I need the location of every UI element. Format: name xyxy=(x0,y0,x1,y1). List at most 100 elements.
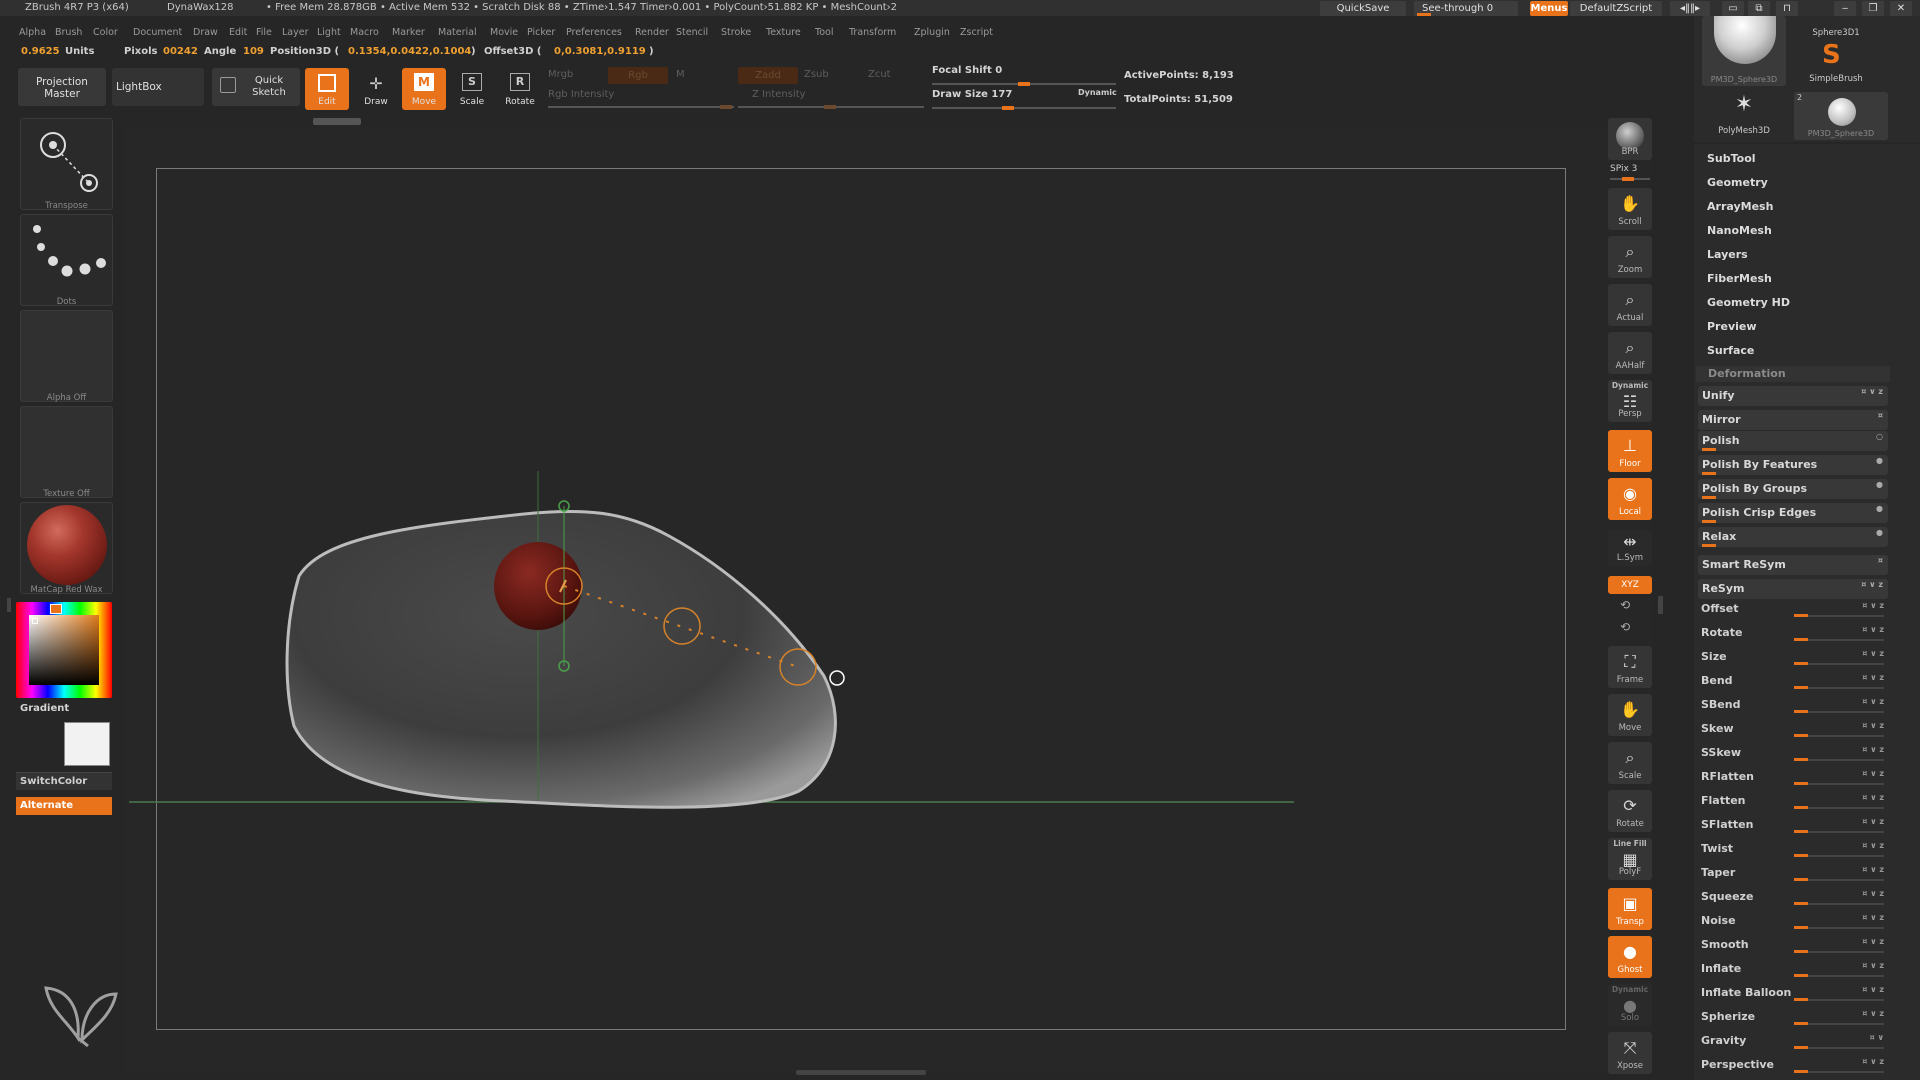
def-noise-slider[interactable]: Noise ¤ ∨ z xyxy=(1696,911,1890,933)
def-inflate-slider[interactable]: Inflate ¤ ∨ z xyxy=(1696,959,1890,981)
rotate-y-icon[interactable]: ⟲ xyxy=(1620,598,1630,612)
rgb-toggle[interactable]: Rgb xyxy=(608,67,668,84)
def-smooth-slider[interactable]: Smooth ¤ ∨ z xyxy=(1696,935,1890,957)
def-skew-slider[interactable]: Skew ¤ ∨ z xyxy=(1696,719,1890,741)
material-tile[interactable]: MatCap Red Wax xyxy=(20,502,113,595)
move-button[interactable]: M Move xyxy=(402,68,446,110)
texture-tile[interactable]: Texture Off xyxy=(20,406,113,499)
rotate-z-icon[interactable]: ⟲ xyxy=(1620,620,1630,634)
ghost-button[interactable]: ● Ghost xyxy=(1608,936,1652,978)
solo-button[interactable]: Dynamic ● Solo xyxy=(1608,984,1652,1026)
close-icon[interactable]: ✕ xyxy=(1890,1,1912,16)
def-polish-by-groups[interactable]: Polish By Groups ● xyxy=(1698,479,1888,499)
def-polish-by-features[interactable]: Polish By Features ● xyxy=(1698,455,1888,475)
menu-file[interactable]: File xyxy=(256,24,272,42)
m-toggle[interactable]: M xyxy=(676,69,685,80)
left-tray-arrow[interactable] xyxy=(7,598,11,612)
local-button[interactable]: ◉ Local xyxy=(1608,478,1652,520)
def-offset-slider[interactable]: Offset ¤ ∨ z xyxy=(1696,599,1890,621)
bottom-tray-handle[interactable] xyxy=(796,1070,926,1075)
quicksave-button[interactable]: QuickSave xyxy=(1320,1,1406,16)
color-picker[interactable] xyxy=(16,602,112,698)
secondary-color-swatch[interactable] xyxy=(64,722,110,766)
switchcolor-button[interactable]: SwitchColor xyxy=(16,772,112,790)
def-size-slider[interactable]: Size ¤ ∨ z xyxy=(1696,647,1890,669)
zoom-button[interactable]: ⌕ Zoom xyxy=(1608,236,1652,278)
gradient-label[interactable]: Gradient xyxy=(20,703,69,714)
menu-arraymesh[interactable]: ArrayMesh xyxy=(1707,200,1773,213)
def-spherize-slider[interactable]: Spherize ¤ ∨ z xyxy=(1696,1007,1890,1029)
menu-draw[interactable]: Draw xyxy=(193,24,218,42)
menu-light[interactable]: Light xyxy=(317,24,341,42)
move-view-button[interactable]: ✋ Move xyxy=(1608,694,1652,736)
def-sbend-slider[interactable]: SBend ¤ ∨ z xyxy=(1696,695,1890,717)
def-inflate-balloon-slider[interactable]: Inflate Balloon ¤ ∨ z xyxy=(1696,983,1890,1005)
menu-brush[interactable]: Brush xyxy=(55,24,82,42)
def-mirror[interactable]: Mirror ¤ xyxy=(1698,410,1888,430)
z-intensity-slider[interactable] xyxy=(738,105,924,109)
def-polish[interactable]: Polish ○ xyxy=(1698,431,1888,451)
layout-arrows-icon[interactable]: ◂‖‖▸ xyxy=(1670,1,1710,16)
edit-button[interactable]: Edit xyxy=(305,68,349,110)
def-perspective-slider[interactable]: Perspective ¤ ∨ z xyxy=(1696,1055,1890,1077)
transpose-brush-tile[interactable]: Transpose xyxy=(20,118,113,211)
menu-layers[interactable]: Layers xyxy=(1707,248,1748,261)
menu-subtool[interactable]: SubTool xyxy=(1707,152,1756,165)
rgb-intensity-slider[interactable] xyxy=(548,105,734,109)
def-sskew-slider[interactable]: SSkew ¤ ∨ z xyxy=(1696,743,1890,765)
menu-preferences[interactable]: Preferences xyxy=(566,24,622,42)
layout2-icon[interactable]: ⧉ xyxy=(1748,1,1770,16)
layout-icon[interactable]: ▭ xyxy=(1722,1,1744,16)
lsym-button[interactable]: ⇹ L.Sym xyxy=(1608,530,1652,566)
menu-color[interactable]: Color xyxy=(93,24,118,42)
rotate-view-button[interactable]: ⟳ Rotate xyxy=(1608,790,1652,832)
menu-movie[interactable]: Movie xyxy=(490,24,518,42)
zcut-toggle[interactable]: Zcut xyxy=(868,69,891,80)
xyz-button[interactable]: XYZ xyxy=(1608,576,1652,594)
aahalf-button[interactable]: ⌕ AAHalf xyxy=(1608,332,1652,374)
projection-master-button[interactable]: Projection Master xyxy=(18,68,106,106)
menu-picker[interactable]: Picker xyxy=(527,24,555,42)
def-smart-resym[interactable]: Smart ReSym ¤ xyxy=(1698,555,1888,575)
mrgb-toggle[interactable]: Mrgb xyxy=(548,69,573,80)
def-resym[interactable]: ReSym ¤ ∨ z xyxy=(1698,579,1888,599)
menus-toggle[interactable]: Menus xyxy=(1530,1,1568,16)
menu-stencil[interactable]: Stencil xyxy=(676,24,708,42)
def-flatten-slider[interactable]: Flatten ¤ ∨ z xyxy=(1696,791,1890,813)
def-unify[interactable]: Unify ¤ ∨ z xyxy=(1698,386,1888,406)
maximize-icon[interactable]: ❐ xyxy=(1862,1,1884,16)
tool-thumb-simplebrush[interactable]: Sphere3D1 S SimpleBrush xyxy=(1794,16,1878,86)
alpha-tile[interactable]: Alpha Off xyxy=(20,310,113,403)
zadd-toggle[interactable]: Zadd xyxy=(738,67,798,84)
def-rotate-slider[interactable]: Rotate ¤ ∨ z xyxy=(1696,623,1890,645)
menu-marker[interactable]: Marker xyxy=(392,24,425,42)
def-relax[interactable]: Relax ● xyxy=(1698,527,1888,547)
menu-surface[interactable]: Surface xyxy=(1707,344,1754,357)
tool-thumb-sphere3d[interactable]: PM3D_Sphere3D xyxy=(1702,16,1786,86)
draw-size-slider[interactable] xyxy=(932,106,1116,110)
floor-button[interactable]: ⊥ Floor xyxy=(1608,430,1652,472)
menu-geometry-hd[interactable]: Geometry HD xyxy=(1707,296,1790,309)
def-polish-crisp-edges[interactable]: Polish Crisp Edges ● xyxy=(1698,503,1888,523)
menu-geometry[interactable]: Geometry xyxy=(1707,176,1768,189)
menu-document[interactable]: Document xyxy=(133,24,182,42)
quick-sketch-button[interactable]: Quick Sketch xyxy=(212,68,300,106)
see-through-slider[interactable]: See-through 0 xyxy=(1414,1,1518,16)
scroll-button[interactable]: ✋ Scroll xyxy=(1608,188,1652,230)
def-sflatten-slider[interactable]: SFlatten ¤ ∨ z xyxy=(1696,815,1890,837)
scale-button[interactable]: S Scale xyxy=(450,68,494,110)
menu-texture[interactable]: Texture xyxy=(766,24,801,42)
bpr-button[interactable]: BPR xyxy=(1608,118,1652,160)
menu-fibermesh[interactable]: FiberMesh xyxy=(1707,272,1772,285)
def-squeeze-slider[interactable]: Squeeze ¤ ∨ z xyxy=(1696,887,1890,909)
default-zscript-button[interactable]: DefaultZScript xyxy=(1570,1,1662,16)
alternate-button[interactable]: Alternate xyxy=(16,797,112,815)
menu-zplugin[interactable]: Zplugin xyxy=(914,24,950,42)
tool-thumb-pm3d-sphere[interactable]: 2 PM3D_Sphere3D xyxy=(1794,92,1888,140)
def-twist-slider[interactable]: Twist ¤ ∨ z xyxy=(1696,839,1890,861)
scale-view-button[interactable]: ⌕ Scale xyxy=(1608,742,1652,784)
menu-material[interactable]: Material xyxy=(438,24,477,42)
tool-thumb-polymesh3d[interactable]: ✶ PolyMesh3D xyxy=(1702,92,1786,140)
color-square[interactable] xyxy=(29,615,99,685)
menu-tool[interactable]: Tool xyxy=(815,24,833,42)
